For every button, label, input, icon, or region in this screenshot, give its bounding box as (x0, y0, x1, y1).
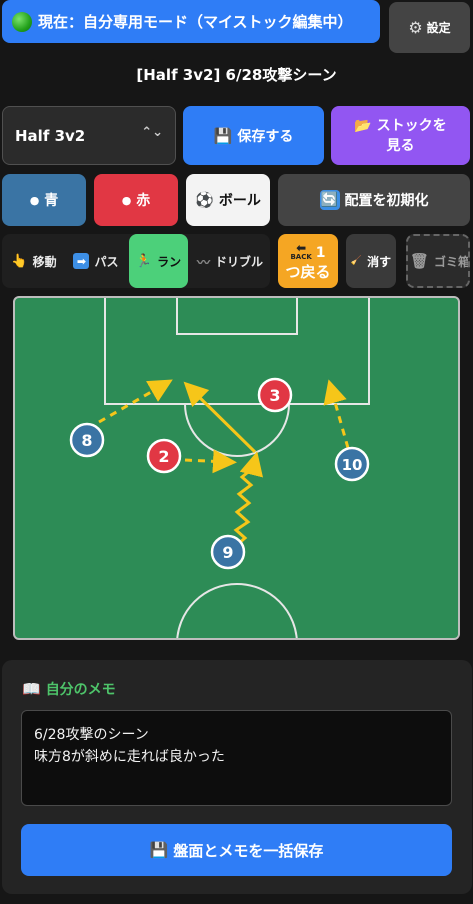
team-blue-button[interactable]: ● 青 (2, 174, 86, 226)
player-number: 9 (222, 543, 233, 562)
reset-layout-label: 配置を初期化 (344, 193, 429, 209)
refresh-icon: 🔄 (319, 190, 340, 210)
right-arrow-icon: ➡ (73, 253, 90, 269)
team-red-label: 赤 (136, 193, 151, 209)
memo-title: 📖 自分のメモ (22, 679, 116, 699)
ball-label: ボール (218, 193, 261, 209)
ball-button[interactable]: ⚽ ボール (186, 174, 270, 226)
run-arrow-2 (184, 449, 237, 474)
save-label: 保存する (237, 128, 294, 145)
mode-banner: 現在：自分専用モード（マイストック編集中） (2, 0, 380, 43)
goal-area (176, 298, 298, 335)
trash-label: ゴミ箱 (434, 254, 470, 269)
team-blue-label: 青 (44, 193, 59, 209)
pitch-lines (104, 298, 370, 638)
tool-run[interactable]: 🏃 ラン (129, 234, 188, 288)
dribble-arrow-9 (233, 451, 264, 546)
circle-icon: ● (29, 193, 40, 207)
tool-dribble-label: ドリブル (215, 254, 264, 269)
status-dot-icon (12, 11, 32, 32)
player-number: 10 (342, 456, 363, 474)
player-red-2[interactable]: 2 (146, 438, 182, 474)
undo-count: 1 (315, 244, 326, 261)
team-red-button[interactable]: ● 赤 (94, 174, 178, 226)
center-circle (176, 583, 298, 638)
pointing-hand-icon: 👆 (11, 253, 28, 269)
tool-pass-label: パス (94, 254, 119, 269)
pitch-svg: 8 2 3 10 9 (69, 298, 370, 638)
gear-icon: ⚙ (408, 18, 423, 37)
soccer-ball-icon: ⚽ (195, 191, 214, 209)
memo-textarea[interactable]: 6/28攻撃のシーン 味方8が斜めに走れば良かった (21, 710, 452, 806)
memo-title-text: 自分のメモ (45, 682, 116, 698)
floppy-disk-icon: 💾 (149, 841, 169, 859)
player-number: 3 (269, 386, 280, 405)
view-stock-line2: 見る (386, 137, 415, 154)
undo-top-row: ⬅ BACK 1 (290, 241, 326, 262)
player-number: 8 (81, 431, 92, 450)
player-red-3[interactable]: 3 (257, 377, 293, 413)
player-blue-8[interactable]: 8 (69, 422, 105, 458)
tool-move-label: 移動 (32, 254, 57, 269)
save-all-button[interactable]: 💾 盤面とメモを一括保存 (21, 824, 452, 876)
back-icon: ⬅ BACK (290, 241, 312, 261)
erase-label: 消す (367, 254, 392, 269)
save-button[interactable]: 💾 保存する (183, 106, 324, 165)
erase-button[interactable]: 🧹 消す (346, 234, 396, 288)
tool-move[interactable]: 👆 移動 (4, 234, 64, 288)
player-blue-9[interactable]: 9 (210, 534, 246, 570)
scene-title: [Half 3v2] 6/28攻撃シーン (136, 66, 337, 84)
circle-icon: ● (121, 193, 132, 207)
pass-arrow (183, 381, 257, 454)
stock-select[interactable]: Half 3v2 ⌃⌄ (2, 106, 176, 165)
penalty-area (104, 298, 370, 405)
back-small-label: BACK (290, 253, 312, 261)
open-book-icon: 📖 (22, 680, 41, 698)
view-stock-button[interactable]: 📂 ストックを 見る (331, 106, 470, 165)
settings-button[interactable]: ⚙ 設定 (389, 2, 470, 53)
runner-icon: 🏃 (135, 253, 153, 269)
trash-icon: 🗑 (410, 252, 430, 270)
broom-icon: 🧹 (350, 256, 363, 266)
player-blue-10[interactable]: 10 (334, 446, 370, 482)
stock-select-value: Half 3v2 (15, 126, 86, 145)
settings-label: 設定 (426, 21, 451, 35)
tool-run-label: ラン (157, 254, 182, 269)
tactics-board[interactable]: 8 2 3 10 9 (13, 296, 460, 640)
mode-text: 現在：自分専用モード（マイストック編集中） (38, 13, 353, 31)
run-arrow-10 (323, 379, 350, 449)
view-stock-line1-wrap: 📂 ストックを (354, 116, 446, 136)
tool-dribble[interactable]: 〰 ドリブル (190, 234, 270, 288)
floppy-disk-icon: 💾 (213, 126, 233, 145)
wavy-line-icon: 〰 (196, 255, 210, 271)
trash-button[interactable]: 🗑 ゴミ箱 (406, 234, 470, 288)
tool-pass[interactable]: ➡ パス (66, 234, 126, 288)
view-stock-line1: ストックを (376, 117, 447, 134)
player-number: 2 (158, 447, 169, 466)
reset-layout-button[interactable]: 🔄 配置を初期化 (278, 174, 470, 226)
undo-label: つ戻る (285, 263, 331, 281)
movement-arrows (98, 379, 350, 546)
folder-icon: 📂 (354, 117, 372, 134)
undo-button[interactable]: ⬅ BACK 1 つ戻る (278, 234, 338, 288)
save-all-label: 盤面とメモを一括保存 (173, 841, 324, 860)
chevron-updown-icon: ⌃⌄ (141, 125, 163, 140)
